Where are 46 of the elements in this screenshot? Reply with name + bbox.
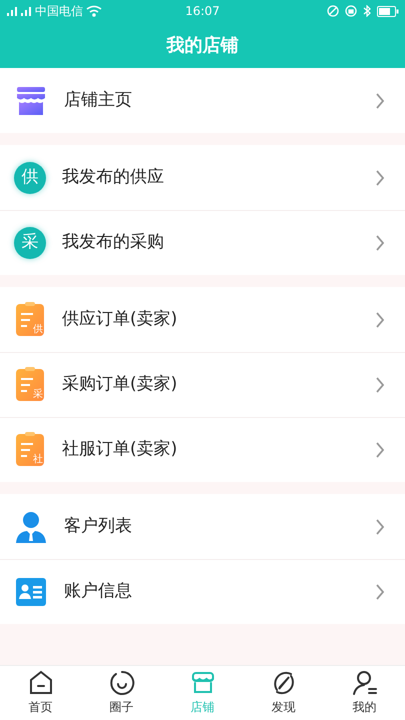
badge-icon: 采 (14, 227, 46, 259)
chevron-right-icon (375, 518, 385, 534)
menu-item[interactable]: 采 采购订单(卖家) (0, 352, 405, 417)
chevron-right-icon (375, 235, 385, 251)
menu-label: 采购订单(卖家) (62, 373, 178, 396)
chevron-right-icon (375, 170, 385, 186)
chevron-right-icon (375, 584, 385, 600)
wifi-icon (86, 5, 102, 17)
bluetooth-icon (363, 5, 371, 17)
circle-icon (108, 670, 134, 696)
tab-item[interactable]: 首页 (0, 666, 81, 720)
menu-item[interactable]: 店铺主页 (0, 68, 405, 133)
tab-item[interactable]: 发现 (243, 666, 324, 720)
menu-item[interactable]: 采 我发布的采购 (0, 210, 405, 275)
menu-item[interactable]: 社 社服订单(卖家) (0, 417, 405, 482)
menu-label: 账户信息 (64, 580, 133, 604)
battery-icon (377, 6, 399, 16)
clock-time: 16:07 (185, 3, 220, 20)
signal-icon (6, 5, 32, 17)
menu-label: 客户列表 (64, 514, 133, 538)
menu-item[interactable]: 供 我发布的供应 (0, 145, 405, 210)
menu-item[interactable]: 客户列表 (0, 494, 405, 559)
menu-item[interactable]: 账户信息 (0, 559, 405, 624)
user-icon (352, 670, 378, 696)
chevron-right-icon (375, 377, 385, 393)
chevron-right-icon (375, 442, 385, 458)
menu-label: 社服订单(卖家) (62, 438, 178, 462)
home-icon (28, 670, 54, 696)
store-icon (190, 670, 216, 696)
tab-item[interactable]: 圈子 (81, 666, 162, 720)
page-title: 我的店铺 (166, 34, 238, 58)
menu-label: 我发布的采购 (62, 231, 165, 254)
person-icon (14, 510, 48, 544)
clipboard-icon: 社 (16, 434, 44, 466)
menu-label: 店铺主页 (64, 88, 133, 112)
chevron-right-icon (375, 312, 385, 328)
chevron-right-icon (375, 92, 385, 108)
menu-label: 我发布的供应 (62, 166, 165, 189)
menu-item[interactable]: 供 供应订单(卖家) (0, 287, 405, 352)
id-card-icon (15, 577, 47, 607)
badge-icon: 供 (14, 162, 46, 194)
tab-item[interactable]: 我的 (324, 666, 405, 720)
clipboard-icon: 采 (16, 369, 44, 401)
clipboard-icon: 供 (16, 304, 44, 336)
carrier-name: 中国电信 (35, 3, 83, 20)
menu-label: 供应订单(卖家) (62, 308, 178, 331)
